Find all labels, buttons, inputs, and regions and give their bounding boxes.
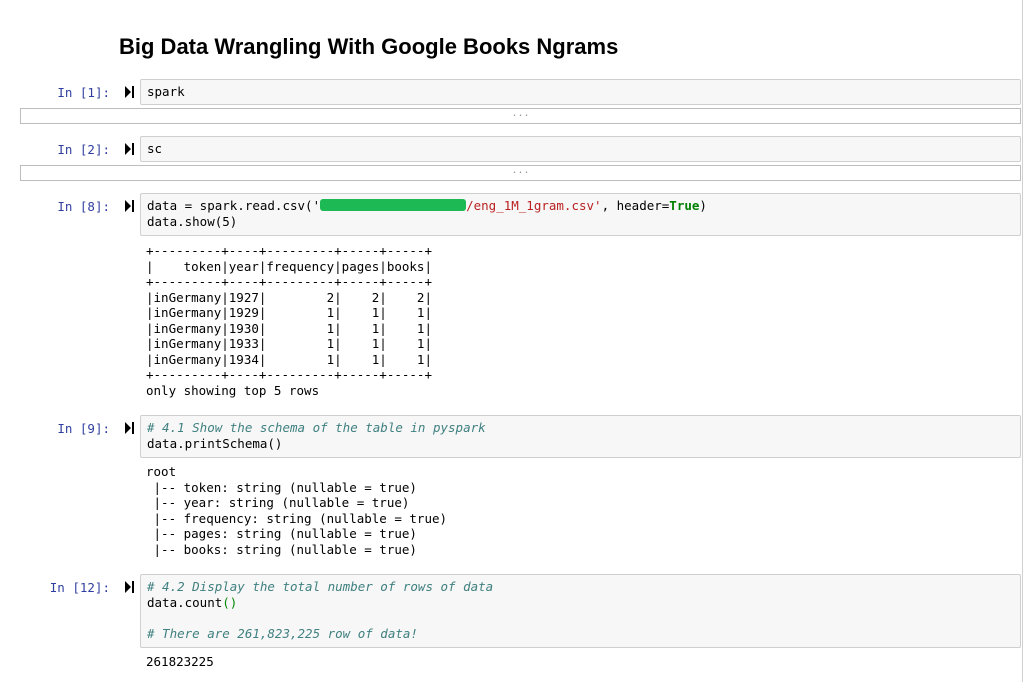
output-line: |inGermany|1930| 1| 1| 1| [146,320,432,336]
run-cell-icon[interactable] [125,422,135,434]
code-line: data.show(5) [147,213,238,229]
cell-4-input[interactable]: # 4.1 Show the schema of the table in py… [140,415,1021,458]
code-parens: () [222,594,238,610]
output-line: |-- pages: string (nullable = true) [146,526,417,541]
cell-1-collapsed-output[interactable]: ... [20,108,1021,124]
output-line: |inGermany|1929| 1| 1| 1| [146,305,432,320]
output-line: |inGermany|1933| 1| 1| 1| [146,336,432,351]
output-line: |-- year: string (nullable = true) [146,495,410,510]
cell-5-input[interactable]: # 4.2 Display the total number of rows o… [140,574,1021,648]
output-line: | token|year|frequency|pages|books| [146,258,432,274]
cell-2-collapsed-output[interactable]: ... [20,165,1021,181]
cell-1-input[interactable]: spark [140,79,1021,105]
output-line: +---------+----+---------+-----+-----+ [146,367,432,382]
code-line: data.printSchema() [147,435,283,451]
output-line: |inGermany|1934| 1| 1| 1| [146,351,432,367]
run-cell-icon[interactable] [125,581,135,593]
cell-3-output: +---------+----+---------+-----+-----+ | … [146,243,432,398]
code-text: , header= [601,198,670,213]
code-text: ) [699,198,707,213]
output-line: |-- token: string (nullable = true) [146,479,417,495]
code-line: sc [147,141,163,156]
code-keyword: True [669,198,700,213]
output-line: +---------+----+---------+-----+-----+ [146,274,432,289]
code-string: /eng_1M_1gram.csv' [466,198,602,213]
output-line: 261823225 [146,654,214,669]
cell-5-prompt: In [12]: [49,580,110,595]
cell-4-output: root |-- token: string (nullable = true)… [146,464,447,557]
cell-3-prompt: In [8]: [57,199,110,214]
output-line: only showing top 5 rows [146,382,320,398]
output-line: |inGermany|1927| 2| 2| 2| [146,289,432,305]
cell-5-output: 261823225 [146,654,214,670]
notebook-title: Big Data Wrangling With Google Books Ngr… [119,34,619,59]
redacted-path [320,199,467,211]
cell-2-input[interactable]: sc [140,136,1021,162]
cell-4-prompt: In [9]: [57,421,110,436]
code-text: data.count [147,594,223,610]
run-cell-icon[interactable] [125,143,135,155]
output-line: root [146,464,177,479]
code-line: spark [147,84,185,99]
output-line: +---------+----+---------+-----+-----+ [146,243,432,258]
run-cell-icon[interactable] [125,200,135,212]
code-comment: # 4.2 Display the total number of rows o… [147,579,494,594]
cell-2-prompt: In [2]: [57,142,110,157]
code-comment: # There are 261,823,225 row of data! [147,625,418,641]
code-line: data = spark.read.csv(' /eng_1M_1gram.csv… [147,198,1020,214]
run-cell-icon[interactable] [125,86,135,98]
cell-3-input[interactable]: data = spark.read.csv(' /eng_1M_1gram.csv… [140,193,1021,236]
output-line: |-- books: string (nullable = true) [146,541,417,557]
output-line: |-- frequency: string (nullable = true) [146,510,448,526]
code-comment: # 4.1 Show the schema of the table in py… [147,420,486,435]
code-text: data = spark.read.csv(' [147,198,321,213]
cell-1-prompt: In [1]: [57,85,110,100]
code-line: data.count() [147,595,1020,611]
